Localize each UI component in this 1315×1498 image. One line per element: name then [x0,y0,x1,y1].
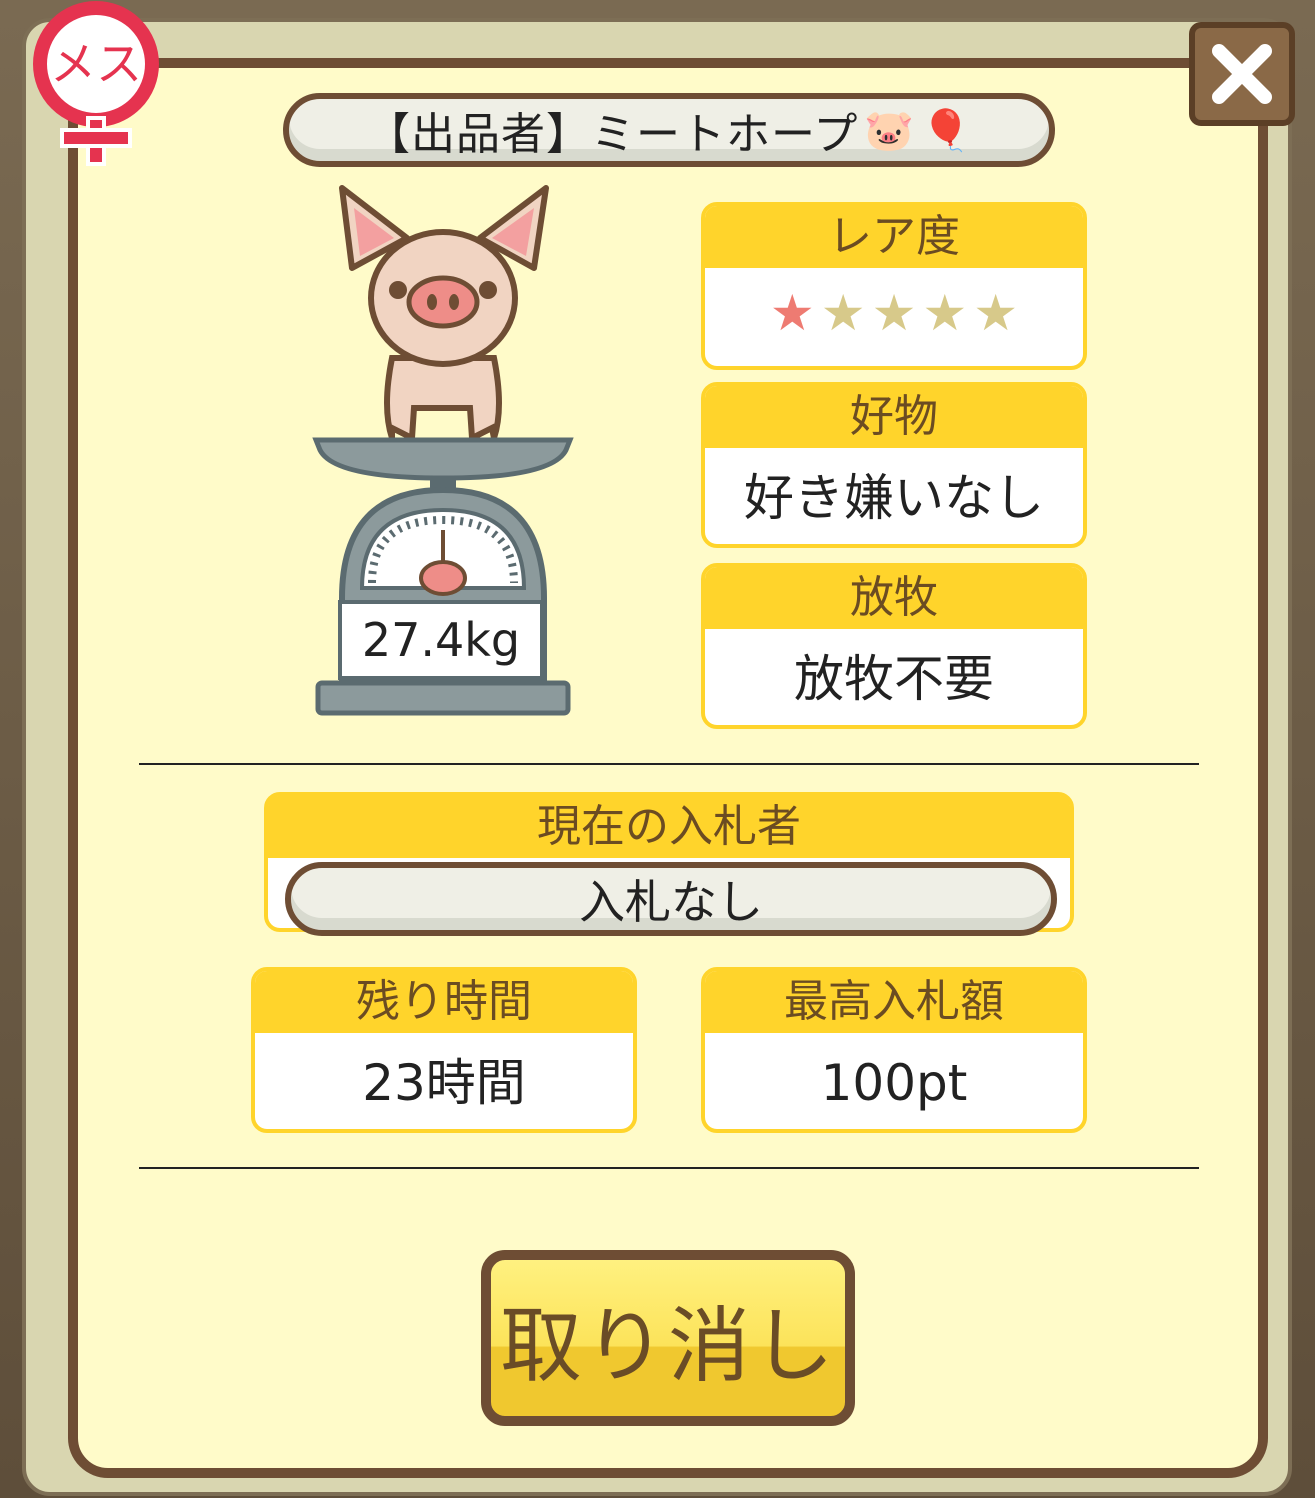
close-button[interactable] [1189,22,1295,126]
highest-bid-value: 100pt [820,1054,968,1112]
favorite-card: 好物 好き嫌いなし [701,382,1087,548]
grazing-card: 放牧 放牧不要 [701,563,1087,729]
remaining-time-value: 23時間 [362,1054,526,1112]
grazing-value: 放牧不要 [794,650,994,708]
star-empty-icon: ★ [973,284,1019,342]
female-symbol-icon: メス [33,1,159,166]
pig-emoji-icon: 🐷 [864,107,916,154]
seller-name-pill: 【出品者】ミートホープ 🐷 🎈 [283,93,1055,167]
balloon-emoji-icon: 🎈 [921,107,972,154]
gender-label: メス [50,37,142,91]
remaining-time-label: 残り時間 [255,971,633,1033]
current-bidder-card: 現在の入札者 入札なし [264,792,1074,936]
star-filled-icon: ★ [769,284,815,342]
star-empty-icon: ★ [871,284,917,342]
current-bidder-value: 入札なし [285,862,1057,936]
favorite-value: 好き嫌いなし [744,469,1044,527]
rarity-label: レア度 [705,206,1083,268]
divider-bottom [139,1167,1199,1169]
close-icon [1212,44,1272,104]
cancel-button[interactable]: 取り消し [481,1250,855,1426]
star-empty-icon: ★ [922,284,968,342]
weight-readout: 27.4kg [338,600,544,680]
divider-top [139,763,1199,765]
highest-bid-label: 最高入札額 [705,971,1083,1033]
cancel-button-label: 取り消し [499,1298,836,1394]
remaining-time-card: 残り時間 23時間 [251,967,637,1133]
grazing-label: 放牧 [705,567,1083,629]
seller-label: 【出品者】ミートホープ [366,109,859,160]
highest-bid-card: 最高入札額 100pt [701,967,1087,1133]
star-empty-icon: ★ [820,284,866,342]
rarity-card: レア度 ★ ★ ★ ★ ★ [701,202,1087,370]
favorite-label: 好物 [705,386,1083,448]
rarity-stars: ★ ★ ★ ★ ★ [705,268,1083,358]
current-bidder-label: 現在の入札者 [268,796,1070,858]
